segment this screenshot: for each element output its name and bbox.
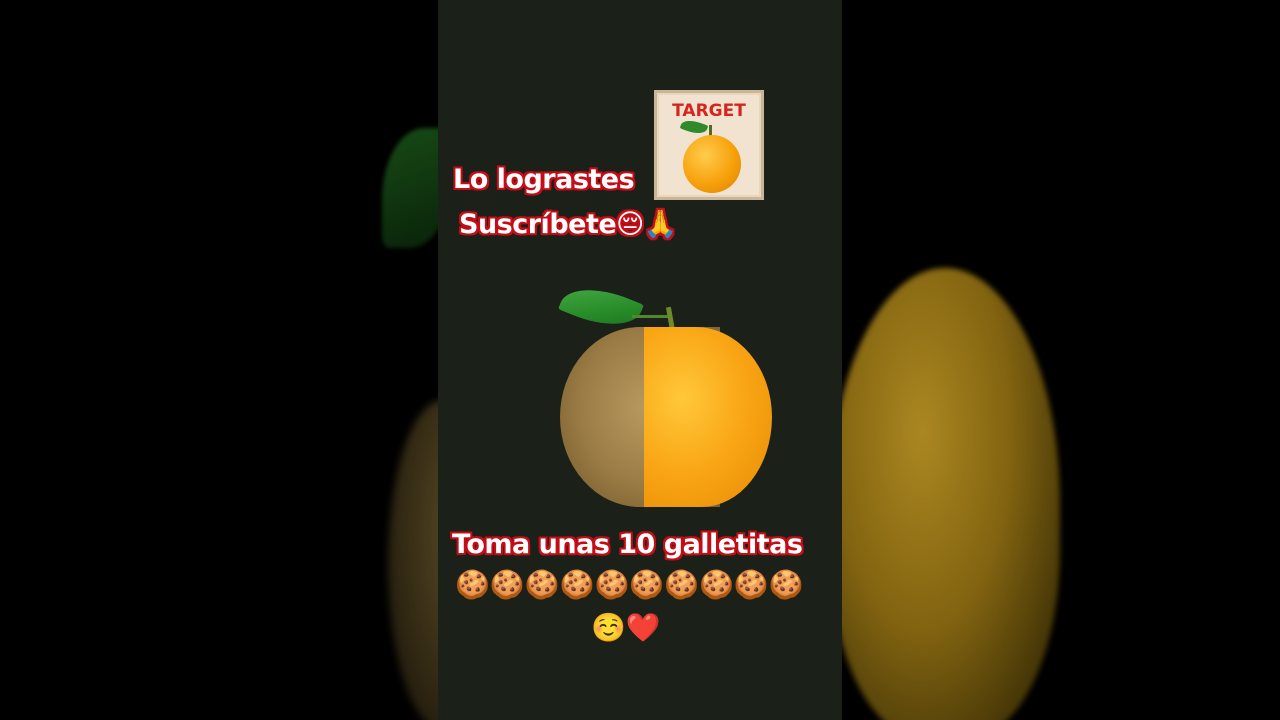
- caption-line-1: Lo lograstes: [453, 164, 635, 195]
- cookie-row: 🍪🍪🍪🍪🍪🍪🍪🍪🍪🍪: [455, 568, 804, 601]
- blurred-orange: [830, 268, 1060, 720]
- kiwi-orange-fruit: [558, 275, 774, 510]
- video-panel: TARGET Lo lograstes Suscríbete😔🙏 Toma un…: [438, 0, 842, 720]
- leaf-stalk: [632, 315, 672, 318]
- caption-line-2: Suscríbete😔🙏: [459, 209, 677, 240]
- orange-icon: [683, 135, 741, 193]
- target-card: TARGET: [654, 90, 764, 200]
- ending-emojis: ☺️❤️: [591, 611, 661, 644]
- caption-line-3: Toma unas 10 galletitas: [452, 529, 803, 560]
- orange-half: [644, 327, 772, 507]
- target-label: TARGET: [672, 101, 746, 121]
